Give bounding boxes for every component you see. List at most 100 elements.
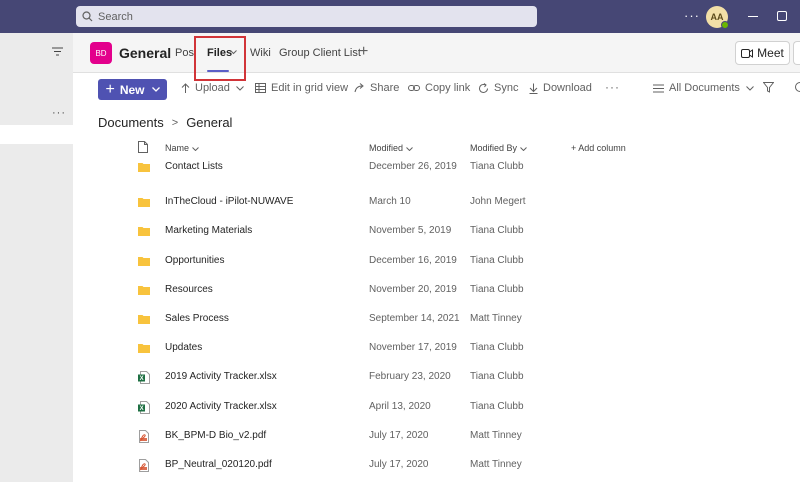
upload-label: Upload <box>195 82 230 94</box>
teams-list-panel: ··· <box>0 33 73 482</box>
table-row[interactable]: Contact Lists December 26, 2019 Tiana Club… <box>73 158 800 178</box>
folder-icon <box>138 196 150 210</box>
filter-funnel-icon <box>763 82 774 93</box>
file-modified-by: Matt Tinney <box>470 313 522 324</box>
file-name[interactable]: Resources <box>165 284 213 295</box>
file-modified: November 20, 2019 <box>369 283 457 295</box>
file-name[interactable]: InTheCloud - iPilot-NUWAVE <box>165 196 293 207</box>
folder-icon <box>138 161 150 175</box>
files-toolbar: + New Upload Edit in grid view Share Cop… <box>73 73 800 105</box>
folder-icon <box>138 342 150 356</box>
sync-icon <box>479 82 488 93</box>
file-name[interactable]: Sales Process <box>165 313 229 324</box>
file-type-column-icon[interactable] <box>138 141 148 153</box>
chevron-down-icon <box>191 147 199 152</box>
table-row[interactable]: BK_BPM-D Bio_v2.pdf July 17, 2020 Matt Tin… <box>73 421 800 450</box>
svg-text:X: X <box>140 406 144 412</box>
file-name[interactable]: Marketing Materials <box>165 225 252 236</box>
sync-button[interactable]: Sync <box>478 82 518 94</box>
file-modified: November 17, 2019 <box>369 342 457 354</box>
filter-button[interactable] <box>763 82 779 93</box>
meet-button[interactable]: Meet <box>735 41 790 65</box>
table-row[interactable]: Opportunities December 16, 2019 Tiana Club… <box>73 246 800 275</box>
excel-file-icon: X <box>138 400 150 417</box>
table-row[interactable]: Sales Process September 14, 2021 Matt Tinn… <box>73 304 800 333</box>
file-name[interactable]: BK_BPM-D Bio_v2.pdf <box>165 430 266 441</box>
team-avatar: BD <box>90 42 112 64</box>
add-column-button[interactable]: + Add column <box>571 143 626 153</box>
file-modified-by: Matt Tinney <box>470 429 522 441</box>
breadcrumb-documents[interactable]: Documents <box>98 115 164 130</box>
column-modified[interactable]: Modified <box>369 143 413 153</box>
folder-icon <box>138 284 150 298</box>
search-placeholder: Search <box>98 10 133 23</box>
download-button[interactable]: Download <box>529 82 592 94</box>
toolbar-more-icon[interactable]: ··· <box>605 80 620 94</box>
folder-icon <box>138 225 150 239</box>
upload-arrow-icon <box>181 82 190 93</box>
table-row[interactable]: BP_Neutral_020120.pdf July 17, 2020 Matt T… <box>73 450 800 479</box>
search-box[interactable]: Search <box>76 6 537 27</box>
meet-label: Meet <box>757 46 784 60</box>
tab-group-client-list[interactable]: Group Client List <box>279 47 361 59</box>
info-pane-icon[interactable] <box>795 82 800 92</box>
file-name[interactable]: 2019 Activity Tracker.xlsx <box>165 371 277 382</box>
file-name[interactable]: 2020 Activity Tracker.xlsx <box>165 401 277 412</box>
file-modified-by: Tiana Clubb <box>470 254 524 266</box>
table-row[interactable]: InTheCloud - iPilot-NUWAVE March 10 John M… <box>73 187 800 216</box>
chevron-down-icon <box>236 85 244 91</box>
file-modified: April 13, 2020 <box>369 400 431 412</box>
view-selector-label: All Documents <box>669 82 740 94</box>
link-icon <box>408 85 420 91</box>
file-name[interactable]: Opportunities <box>165 255 224 266</box>
chevron-down-icon <box>746 85 754 91</box>
breadcrumb-separator-icon: > <box>171 116 179 129</box>
tab-wiki[interactable]: Wiki <box>250 47 271 59</box>
file-modified-by: Tiana Clubb <box>470 371 524 383</box>
minimize-icon[interactable] <box>748 16 758 17</box>
add-tab-icon[interactable]: + <box>359 43 368 61</box>
maximize-icon[interactable] <box>777 11 787 21</box>
copy-link-label: Copy link <box>425 82 471 94</box>
file-name[interactable]: BP_Neutral_020120.pdf <box>165 459 272 470</box>
pdf-file-icon <box>138 459 150 475</box>
new-button[interactable]: + New <box>98 79 167 100</box>
upload-button[interactable]: Upload <box>181 82 249 94</box>
share-button[interactable]: Share <box>354 82 399 94</box>
file-modified: November 5, 2019 <box>369 225 452 237</box>
title-bar: Search ··· AA <box>0 0 800 33</box>
main-content: BD General Posts Files Wiki Group Client… <box>73 33 800 482</box>
avatar[interactable]: AA <box>706 6 729 29</box>
excel-file-icon: X <box>138 371 150 387</box>
file-modified-by: Tiana Clubb <box>470 161 524 172</box>
file-name[interactable]: Contact Lists <box>165 161 223 172</box>
filter-lines-icon[interactable] <box>52 47 63 56</box>
meet-dropdown-button[interactable] <box>793 41 800 65</box>
table-row[interactable]: X 2019 Activity Tracker.xlsx February 23, … <box>73 362 800 391</box>
tab-posts[interactable]: Posts <box>175 47 195 59</box>
table-row[interactable]: Marketing Materials November 5, 2019 Tiana… <box>73 216 800 245</box>
folder-icon <box>138 255 150 269</box>
file-modified: February 23, 2020 <box>369 371 451 383</box>
column-modified-by-label: Modified By <box>470 143 518 153</box>
folder-icon <box>138 313 150 327</box>
breadcrumb-general: General <box>186 115 233 130</box>
view-selector[interactable]: All Documents <box>653 82 759 94</box>
edit-grid-label: Edit in grid view <box>271 82 349 94</box>
edit-grid-view-button[interactable]: Edit in grid view <box>255 82 348 94</box>
selected-channel-item[interactable] <box>0 125 73 144</box>
table-row[interactable]: Updates November 17, 2019 Tiana Clubb <box>73 333 800 362</box>
column-name[interactable]: Name <box>165 143 199 153</box>
chevron-down-icon <box>405 147 413 152</box>
file-modified: September 14, 2021 <box>369 313 460 324</box>
more-options-icon[interactable]: ··· <box>684 8 700 23</box>
table-row[interactable]: X 2020 Activity Tracker.xlsx April 13, 202… <box>73 392 800 421</box>
column-modified-label: Modified <box>369 143 404 153</box>
file-modified: December 16, 2019 <box>369 254 457 266</box>
file-name[interactable]: Updates <box>165 342 202 353</box>
copy-link-button[interactable]: Copy link <box>408 82 470 94</box>
table-row[interactable]: Resources November 20, 2019 Tiana Clubb <box>73 275 800 304</box>
team-more-icon[interactable]: ··· <box>52 107 66 119</box>
column-modified-by[interactable]: Modified By <box>470 143 527 153</box>
search-icon <box>82 11 93 22</box>
